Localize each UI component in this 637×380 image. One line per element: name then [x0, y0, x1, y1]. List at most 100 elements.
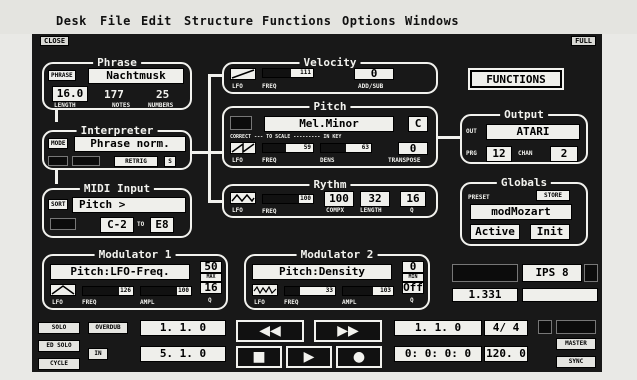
functions-button[interactable]: FUNCTIONS — [468, 68, 564, 90]
tempo-field[interactable]: 120. 0 — [484, 346, 528, 362]
mode-label: MODE — [48, 138, 69, 149]
modulator-2-target-field[interactable]: Pitch:Density — [252, 264, 392, 280]
locator-1-field[interactable]: 1. 1. 0 — [140, 320, 226, 336]
modulator-2-freq-value: 33 — [324, 287, 334, 295]
transport-display — [556, 320, 596, 334]
modulator-1-ampl-slider[interactable]: 100 — [140, 286, 192, 296]
modulator-1-q-label: Q — [208, 297, 212, 304]
menu-options[interactable]: Options — [342, 14, 396, 28]
solo-button[interactable]: SOLO — [38, 322, 80, 334]
slider-fill — [263, 144, 286, 152]
song-position-field[interactable]: 1. 1. 0 — [394, 320, 482, 336]
rythm-freq-slider[interactable]: 100 — [262, 194, 314, 204]
master-button[interactable]: MASTER — [556, 338, 596, 350]
modulator-1-q-field[interactable]: 16 — [200, 282, 222, 294]
main-panel: Phrase PHRASE Nachtmusk 16.0 177 25 LENG… — [32, 48, 602, 316]
ed-solo-button[interactable]: ED SOLO — [38, 340, 80, 352]
pitch-lfo-wave[interactable] — [230, 142, 256, 154]
phrase-name-field[interactable]: Nachtmusk — [88, 68, 184, 84]
modulator-1-target-field[interactable]: Pitch:LFO-Freq. — [50, 264, 190, 280]
velocity-add-sub-field[interactable]: 0 — [354, 68, 394, 80]
connector — [208, 74, 222, 77]
range-low-field[interactable]: C-2 — [100, 217, 134, 233]
cycle-button[interactable]: CYCLE — [38, 358, 80, 370]
pitch-density-slider[interactable]: 63 — [320, 143, 372, 153]
active-button[interactable]: Active — [470, 224, 520, 240]
modulator-2-q-field[interactable]: Off — [402, 282, 424, 294]
transport-bar: SOLO ED SOLO CYCLE OVERDUB IN 1. 1. 0 5.… — [32, 316, 602, 372]
ips-field[interactable]: IPS 8 — [522, 264, 582, 282]
rythm-q-field[interactable]: 16 — [400, 191, 426, 207]
interpreter-option-1[interactable] — [48, 156, 68, 166]
menu-functions[interactable]: Functions — [262, 14, 332, 28]
out-field[interactable]: ATARI — [486, 124, 580, 140]
prg-field[interactable]: 12 — [486, 146, 512, 162]
modulator-2-min-label: MIN — [402, 273, 424, 282]
modulator-2-freq-slider[interactable]: 33 — [284, 286, 336, 296]
phrase-length-field[interactable]: 16.0 — [52, 86, 88, 102]
sort-field[interactable]: Pitch > — [72, 197, 186, 213]
modulator-1-lfo-wave[interactable] — [50, 284, 76, 296]
pitch-key-field[interactable]: C — [408, 116, 428, 132]
in-button[interactable]: IN — [88, 348, 108, 360]
preset-label: PRESET — [468, 194, 490, 201]
menu-desk[interactable]: Desk — [56, 14, 87, 28]
menu-file[interactable]: File — [100, 14, 131, 28]
ips-value: 8 — [561, 266, 569, 279]
record-button[interactable]: ● — [336, 346, 382, 368]
sync-button[interactable]: SYNC — [556, 356, 596, 368]
s-button[interactable]: S — [164, 156, 176, 167]
velocity-freq-slider[interactable]: 111 — [262, 68, 314, 78]
init-button[interactable]: Init — [530, 224, 570, 240]
pitch-correct-toggle[interactable] — [230, 116, 252, 130]
modulator-2-ampl-slider[interactable]: 103 — [342, 286, 394, 296]
pitch-freq-slider[interactable]: 59 — [262, 143, 314, 153]
menu-structure[interactable]: Structure — [184, 14, 254, 28]
rewind-button[interactable]: ◀◀ — [236, 320, 304, 342]
play-button[interactable]: ▶ — [286, 346, 332, 368]
velocity-freq-label: FREQ — [262, 83, 277, 90]
time-signature-field[interactable]: 4/ 4 — [484, 320, 528, 336]
connector — [438, 136, 460, 139]
side-dark-display[interactable] — [452, 264, 518, 282]
modulator-2-q-label: Q — [410, 297, 414, 304]
rythm-panel: Rythm LFO 100 FREQ 100 COMPX 32 LENGTH 1… — [222, 178, 438, 218]
menu-edit[interactable]: Edit — [141, 14, 172, 28]
modulator-1-max-field[interactable]: 50 — [200, 261, 222, 273]
close-button[interactable]: CLOSE — [40, 36, 70, 46]
full-button[interactable]: FULL — [571, 36, 596, 46]
overdub-button[interactable]: OVERDUB — [88, 322, 128, 334]
menu-windows[interactable]: Windows — [405, 14, 459, 28]
mode-field[interactable]: Phrase norm. — [74, 136, 186, 152]
range-high-field[interactable]: E8 — [150, 217, 174, 233]
rythm-length-label: LENGTH — [360, 207, 382, 214]
rythm-compx-field[interactable]: 100 — [324, 191, 354, 207]
midi-input-toggle[interactable] — [50, 218, 76, 230]
store-button[interactable]: STORE — [536, 190, 570, 201]
preset-name-field[interactable]: modMozart — [470, 204, 572, 220]
pitch-transpose-field[interactable]: 0 — [398, 142, 428, 155]
pitch-scale-field[interactable]: Mel.Minor — [264, 116, 394, 132]
velocity-lfo-wave[interactable] — [230, 68, 256, 80]
rythm-title: Rythm — [309, 178, 351, 191]
retrig-button[interactable]: RETRIG — [114, 156, 158, 167]
forward-button[interactable]: ▶▶ — [314, 320, 382, 342]
rythm-length-field[interactable]: 32 — [360, 191, 390, 207]
modulator-2-min-field[interactable]: 0 — [402, 261, 424, 273]
ips-toggle[interactable] — [584, 264, 598, 282]
tempo-display[interactable]: 1.331 — [452, 288, 518, 302]
locator-2-field[interactable]: 5. 1. 0 — [140, 346, 226, 362]
pitch-lfo-label: LFO — [232, 157, 243, 164]
stop-button[interactable]: ■ — [236, 346, 282, 368]
smpte-field[interactable]: 0: 0: 0: 0 — [394, 346, 482, 362]
rythm-freq-value: 100 — [299, 195, 312, 203]
modulator-1-freq-slider[interactable]: 126 — [82, 286, 134, 296]
modulator-2-freq-label: FREQ — [284, 299, 299, 306]
chan-field[interactable]: 2 — [550, 146, 578, 162]
rythm-lfo-wave[interactable] — [230, 192, 256, 204]
interpreter-option-2[interactable] — [72, 156, 100, 166]
modulator-2-lfo-wave[interactable] — [252, 284, 278, 296]
prg-label: PRG — [466, 150, 477, 157]
modulator-2-lfo-label: LFO — [254, 299, 265, 306]
window-title-bar[interactable]: CLOSE FULL — [32, 34, 602, 48]
